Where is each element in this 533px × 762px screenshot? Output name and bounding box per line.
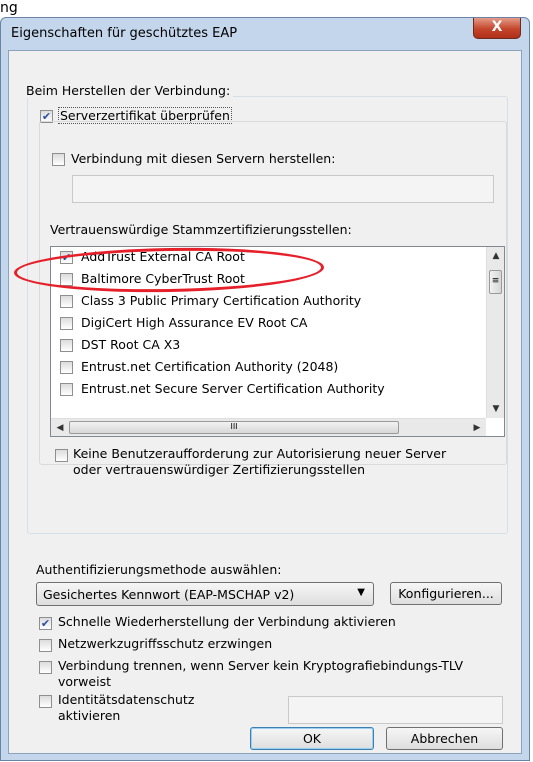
ca-checkbox[interactable] bbox=[60, 317, 73, 330]
cancel-button[interactable]: Abbrechen bbox=[386, 727, 503, 750]
fast-reconnect-checkbox[interactable] bbox=[39, 617, 52, 630]
ca-checkbox[interactable] bbox=[60, 273, 73, 286]
ca-checkbox[interactable] bbox=[60, 295, 73, 308]
horizontal-scrollbar[interactable]: ◀ III ▶ bbox=[51, 418, 486, 436]
ca-checkbox[interactable] bbox=[60, 383, 73, 396]
scroll-left-icon[interactable]: ◀ bbox=[51, 419, 69, 436]
list-item[interactable]: Class 3 Public Primary Certification Aut… bbox=[51, 291, 486, 313]
close-icon: X bbox=[491, 19, 503, 35]
ca-listbox[interactable]: AddTrust External CA Root Baltimore Cybe… bbox=[50, 246, 505, 437]
connect-servers-checkbox[interactable] bbox=[52, 153, 65, 166]
ca-label: DigiCert High Assurance EV Root CA bbox=[81, 315, 308, 330]
ca-checkbox[interactable] bbox=[60, 361, 73, 374]
no-prompt-label-line2[interactable]: oder vertrauenswürdiger Zertifizierungss… bbox=[73, 462, 365, 477]
dialog-title: Eigenschaften für geschütztes EAP bbox=[11, 26, 238, 41]
ca-label: DST Root CA X3 bbox=[81, 337, 181, 352]
identity-privacy-label-line2[interactable]: aktivieren bbox=[58, 708, 120, 723]
connection-group-label: Beim Herstellen der Verbindung: bbox=[26, 83, 234, 98]
ca-label: AddTrust External CA Root bbox=[81, 249, 245, 264]
identity-privacy-label-line1[interactable]: Identitätsdatenschutz bbox=[58, 692, 194, 707]
disconnect-checkbox[interactable] bbox=[39, 661, 52, 674]
configure-button[interactable]: Konfigurieren... bbox=[390, 582, 502, 605]
ok-button[interactable]: OK bbox=[250, 727, 374, 750]
dialog-window: Eigenschaften für geschütztes EAP X Beim… bbox=[0, 17, 530, 761]
no-prompt-checkbox[interactable] bbox=[55, 449, 68, 462]
disconnect-label-line1[interactable]: Verbindung trennen, wenn Server kein Kry… bbox=[58, 658, 463, 673]
fast-reconnect-label[interactable]: Schnelle Wiederherstellung der Verbindun… bbox=[58, 614, 396, 629]
ca-label: Entrust.net Certification Authority (204… bbox=[81, 359, 339, 374]
ca-checkbox[interactable] bbox=[60, 251, 73, 264]
list-item[interactable]: AddTrust External CA Root bbox=[51, 247, 486, 269]
list-item[interactable]: Entrust.net Secure Server Certification … bbox=[51, 379, 486, 401]
vertical-scroll-thumb[interactable]: ≡ bbox=[489, 270, 502, 294]
dialog-client-area: Beim Herstellen der Verbindung: Serverze… bbox=[8, 50, 522, 754]
ca-label: Entrust.net Secure Server Certification … bbox=[81, 381, 385, 396]
no-prompt-label-line1[interactable]: Keine Benutzeraufforderung zur Autorisie… bbox=[73, 446, 446, 461]
trusted-ca-label: Vertrauenswürdige Stammzertifizierungsst… bbox=[50, 222, 352, 237]
servers-input[interactable] bbox=[72, 175, 494, 203]
chevron-down-icon: ▼ bbox=[357, 587, 365, 598]
scroll-down-icon[interactable]: ▼ bbox=[487, 400, 504, 418]
connect-servers-label[interactable]: Verbindung mit diesen Servern herstellen… bbox=[71, 151, 335, 166]
background-text: ng bbox=[0, 0, 18, 16]
identity-privacy-checkbox[interactable] bbox=[39, 695, 52, 708]
title-bar[interactable]: Eigenschaften für geschütztes EAP X bbox=[1, 18, 529, 50]
vertical-scrollbar[interactable]: ▲ ≡ ▼ bbox=[486, 247, 504, 418]
list-item[interactable]: Baltimore CyberTrust Root bbox=[51, 269, 486, 291]
horizontal-scroll-thumb[interactable]: III bbox=[69, 421, 399, 434]
ca-checkbox[interactable] bbox=[60, 339, 73, 352]
disconnect-label-line2[interactable]: vorweist bbox=[58, 674, 111, 689]
scroll-up-icon[interactable]: ▲ bbox=[487, 247, 504, 265]
close-button[interactable]: X bbox=[473, 18, 521, 39]
list-item[interactable]: DigiCert High Assurance EV Root CA bbox=[51, 313, 486, 335]
auth-method-value: Gesichertes Kennwort (EAP-MSCHAP v2) bbox=[43, 587, 295, 602]
nap-label[interactable]: Netzwerkzugriffsschutz erzwingen bbox=[58, 636, 272, 651]
identity-input[interactable] bbox=[288, 696, 503, 724]
auth-method-select[interactable]: Gesichertes Kennwort (EAP-MSCHAP v2) ▼ bbox=[36, 582, 374, 606]
nap-checkbox[interactable] bbox=[39, 639, 52, 652]
list-item[interactable]: Entrust.net Certification Authority (204… bbox=[51, 357, 486, 379]
auth-method-label: Authentifizierungsmethode auswählen: bbox=[36, 562, 282, 577]
scroll-right-icon[interactable]: ▶ bbox=[468, 419, 486, 436]
ca-label: Class 3 Public Primary Certification Aut… bbox=[81, 293, 362, 308]
list-item[interactable]: DST Root CA X3 bbox=[51, 335, 486, 357]
ca-label: Baltimore CyberTrust Root bbox=[81, 271, 245, 286]
